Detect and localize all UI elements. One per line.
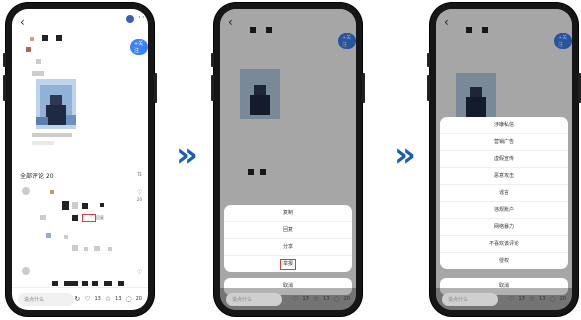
bottom-bar: 说点什么 ♡ 13 ☆ 13 ◌ 20 [436, 288, 572, 310]
sheet-item-reply[interactable]: 回复 [224, 222, 352, 239]
comment-input[interactable]: 说点什么 [18, 292, 74, 306]
heart-icon[interactable]: ♡ [137, 189, 142, 196]
favorite-count: 13 [539, 296, 546, 302]
comment-input[interactable]: 说点什么 [226, 292, 282, 306]
like-count: 13 [518, 296, 525, 302]
phone-frame-1: ‹ ··· +关注 全部评论 20 ⇅ ♡ 20 [3, 3, 157, 316]
report-reason-item[interactable]: 违规账户 [440, 202, 568, 219]
reply-highlight-box[interactable] [82, 214, 96, 222]
more-icon[interactable]: ··· [138, 13, 148, 23]
favorite-icon[interactable]: ☆ [105, 295, 111, 303]
like-icon[interactable]: ♡ [292, 295, 298, 303]
comments-header: 全部评论 20 [20, 173, 54, 180]
report-reason-item[interactable]: 侵权 [440, 253, 568, 269]
comment-input[interactable]: 说点什么 [442, 292, 498, 306]
volume-button [3, 53, 6, 67]
report-reason-item[interactable]: 不喜欢该评论 [440, 236, 568, 253]
screen-report-reasons: ‹ +关注 涉嫌私信 营销广告 虚假宣传 恶意攻击 谣言 违规账户 网络暴力 不… [436, 9, 572, 310]
heart-icon[interactable]: ♡ [137, 269, 142, 276]
sheet-item-share[interactable]: 分享 [224, 239, 352, 256]
sheet-item-copy[interactable]: 复制 [224, 205, 352, 222]
comment-icon[interactable]: ◌ [550, 295, 556, 303]
sheet-item-report[interactable]: 举报 [224, 256, 352, 272]
favorite-count: 13 [115, 296, 122, 302]
bottom-bar: 说点什么 ♡ 13 ☆ 13 ◌ 20 [220, 288, 356, 310]
comment-icon[interactable]: ◌ [334, 295, 340, 303]
favorite-icon[interactable]: ☆ [313, 295, 319, 303]
favorite-icon[interactable]: ☆ [529, 295, 535, 303]
report-reason-item[interactable]: 网络暴力 [440, 219, 568, 236]
comment-icon[interactable]: ◌ [126, 295, 132, 303]
report-reason-item[interactable]: 营销广告 [440, 134, 568, 151]
like-count: 20 [136, 197, 142, 202]
author-avatar[interactable] [126, 15, 134, 23]
report-reason-sheet: 涉嫌私信 营销广告 虚假宣传 恶意攻击 谣言 违规账户 网络暴力 不喜欢该评论 … [440, 117, 568, 269]
phone-frame-3: ‹ +关注 涉嫌私信 营销广告 虚假宣传 恶意攻击 谣言 违规账户 网络暴力 不… [427, 3, 581, 316]
sort-icon[interactable]: ⇅ [137, 171, 142, 178]
reply-label[interactable]: 回复 [96, 215, 104, 221]
phone-frame-2: ‹ +关注 复制 回复 分享 举报 取消 说点什么 ♡ 13 ☆ 13 ◌ 20 [211, 3, 365, 316]
report-reason-item[interactable]: 谣言 [440, 185, 568, 202]
like-count: 13 [302, 296, 309, 302]
next-step-arrow-icon: » [176, 135, 198, 175]
power-button [154, 73, 157, 103]
comment-count: 20 [343, 296, 350, 302]
next-step-arrow-icon: » [394, 135, 416, 175]
like-icon[interactable]: ♡ [84, 295, 90, 303]
follow-button[interactable]: +关注 [130, 39, 148, 55]
bottom-bar: 说点什么 ↻ ♡ 13 ☆ 13 ◌ 20 [12, 287, 148, 310]
back-icon[interactable]: ‹ [20, 15, 25, 29]
report-highlight[interactable]: 举报 [279, 259, 296, 270]
like-icon[interactable]: ♡ [508, 295, 514, 303]
screen-comment-view: ‹ ··· +关注 全部评论 20 ⇅ ♡ 20 [12, 9, 148, 310]
favorite-count: 13 [323, 296, 330, 302]
report-reason-item[interactable]: 恶意攻击 [440, 168, 568, 185]
action-sheet: 复制 回复 分享 举报 [224, 205, 352, 272]
screen-action-sheet: ‹ +关注 复制 回复 分享 举报 取消 说点什么 ♡ 13 ☆ 13 ◌ 20 [220, 9, 356, 310]
post-image[interactable] [36, 79, 76, 129]
share-icon[interactable]: ↻ [74, 295, 80, 303]
comment-count: 20 [135, 296, 142, 302]
report-reason-item[interactable]: 虚假宣传 [440, 151, 568, 168]
like-count: 13 [94, 296, 101, 302]
report-reason-item[interactable]: 涉嫌私信 [440, 117, 568, 134]
comment-count: 20 [559, 296, 566, 302]
volume-button [3, 75, 6, 101]
